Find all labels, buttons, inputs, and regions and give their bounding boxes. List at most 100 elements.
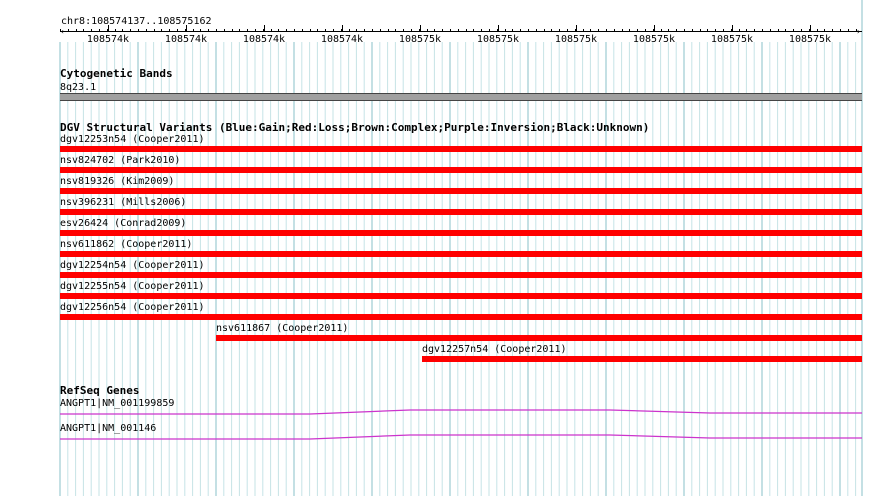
ruler-tick-label: 108575k (788, 34, 832, 45)
ruler-minor-tick (411, 29, 412, 32)
ruler-minor-tick (231, 29, 233, 32)
variant-loss-bar[interactable] (60, 167, 862, 173)
ruler-minor-tick (629, 29, 631, 32)
ruler-minor-tick (754, 29, 756, 32)
ruler-minor-tick (145, 29, 147, 32)
variant-label: nsv819326 (Kim2009) (60, 176, 175, 187)
ruler-tick-label: 108575k (554, 34, 598, 45)
ruler-major-tick (576, 25, 577, 32)
ruler-minor-tick (161, 29, 163, 32)
ruler-minor-tick (426, 29, 428, 32)
gene-feature[interactable] (60, 408, 862, 416)
ruler-minor-tick (301, 29, 303, 32)
variant-loss-bar[interactable] (216, 335, 862, 341)
coordinate-ruler[interactable]: chr8:108574137..108575162 ‹ › 108574k 108… (0, 0, 890, 60)
cytoband-bar[interactable] (60, 93, 862, 101)
ruler-minor-tick (840, 29, 841, 32)
variant-label: dgv12254n54 (Cooper2011) (60, 260, 205, 271)
variant-loss-bar[interactable] (60, 230, 862, 236)
ruler-minor-tick (559, 29, 561, 32)
ruler-minor-tick (403, 29, 405, 32)
ruler-minor-tick (481, 29, 483, 32)
variant-loss-bar[interactable] (60, 293, 862, 299)
variant-loss-bar[interactable] (60, 146, 862, 152)
ruler-minor-tick (192, 29, 194, 32)
ruler-tick-label: 108575k (632, 34, 676, 45)
ruler-right-arrow-icon: › (856, 27, 861, 36)
ruler-minor-tick (286, 29, 288, 32)
ruler-minor-tick (223, 29, 225, 32)
ruler-major-tick (342, 25, 343, 32)
ruler-minor-tick (309, 29, 311, 32)
ruler-minor-tick (356, 29, 358, 32)
ruler-tick-label: 108574k (86, 34, 130, 45)
variant-loss-bar[interactable] (60, 209, 862, 215)
dgv-track-title: DGV Structural Variants (Blue:Gain;Red:L… (60, 121, 650, 134)
ruler-minor-tick (684, 29, 685, 32)
ruler-axis-line (60, 31, 862, 32)
variant-label: nsv611867 (Cooper2011) (216, 323, 349, 334)
ruler-minor-tick (364, 29, 366, 32)
variant-loss-bar[interactable] (422, 356, 862, 362)
ruler-minor-tick (67, 29, 69, 32)
ruler-tick-label: 108575k (476, 34, 520, 45)
ruler-tick-label: 108574k (164, 34, 208, 45)
ruler-minor-tick (793, 29, 795, 32)
ruler-major-tick (264, 25, 265, 32)
ruler-tick-label: 108574k (242, 34, 286, 45)
ruler-minor-tick (855, 29, 857, 32)
ruler-minor-tick (746, 29, 748, 32)
ruler-minor-tick (348, 29, 350, 32)
ruler-minor-tick (465, 29, 467, 32)
ruler-minor-tick (567, 29, 568, 32)
ruler-minor-tick (450, 29, 451, 32)
ruler-major-tick (654, 25, 655, 32)
ruler-minor-tick (777, 29, 779, 32)
ruler-minor-tick (551, 29, 553, 32)
ruler-minor-tick (91, 29, 93, 32)
ruler-minor-tick (512, 29, 514, 32)
ruler-major-tick (420, 25, 421, 32)
ruler-minor-tick (676, 29, 678, 32)
ruler-minor-tick (130, 29, 132, 32)
ruler-minor-tick (114, 29, 116, 32)
ruler-minor-tick (247, 29, 249, 32)
ruler-minor-tick (715, 29, 717, 32)
ruler-minor-tick (379, 29, 381, 32)
ruler-minor-tick (668, 29, 670, 32)
ruler-minor-tick (738, 29, 740, 32)
variant-loss-bar[interactable] (60, 188, 862, 194)
ruler-minor-tick (270, 29, 272, 32)
ruler-minor-tick (239, 29, 241, 32)
ruler-major-tick (732, 25, 733, 32)
ruler-minor-tick (457, 29, 459, 32)
ruler-minor-tick (535, 29, 537, 32)
variant-loss-bar[interactable] (60, 251, 862, 257)
refseq-track-title: RefSeq Genes (60, 384, 140, 397)
ruler-minor-tick (434, 29, 436, 32)
variant-loss-bar[interactable] (60, 314, 862, 320)
ruler-minor-tick (785, 29, 787, 32)
ruler-minor-tick (816, 29, 818, 32)
variant-label: esv26424 (Conrad2009) (60, 218, 187, 229)
ruler-minor-tick (255, 29, 256, 32)
ruler-minor-tick (691, 29, 693, 32)
ruler-minor-tick (333, 29, 334, 32)
ruler-minor-tick (613, 29, 615, 32)
ruler-minor-tick (200, 29, 202, 32)
variant-loss-bar[interactable] (60, 272, 862, 278)
ruler-minor-tick (99, 29, 100, 32)
ruler-minor-tick (847, 29, 849, 32)
ruler-major-tick (108, 25, 109, 32)
ruler-minor-tick (153, 29, 155, 32)
ruler-minor-tick (504, 29, 506, 32)
ruler-minor-tick (169, 29, 171, 32)
ruler-minor-tick (543, 29, 545, 32)
gene-feature[interactable] (60, 433, 862, 441)
ruler-minor-tick (824, 29, 826, 32)
variant-label: dgv12256n54 (Cooper2011) (60, 302, 205, 313)
ruler-tick-label: 108574k (320, 34, 364, 45)
ruler-minor-tick (83, 29, 85, 32)
ruler-minor-tick (278, 29, 280, 32)
ruler-minor-tick (122, 29, 124, 32)
